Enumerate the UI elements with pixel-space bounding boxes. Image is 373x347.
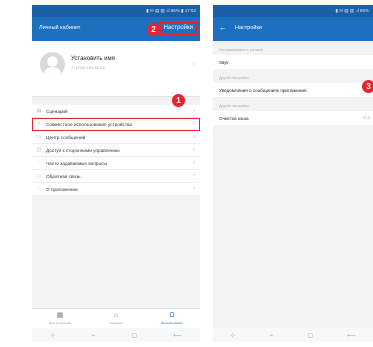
recents-icon[interactable]: ⊹	[230, 332, 235, 339]
back-arrow-icon[interactable]: ←	[219, 23, 227, 32]
menu-item-label: О приложении	[46, 186, 78, 192]
menu-item-message-center[interactable]: ▭ Центр сообщений ›	[32, 131, 200, 144]
section-header: Настраиваемость сигнала	[219, 48, 263, 52]
profile-phone: +7 (XXX) XXX-XX-XX	[71, 66, 105, 70]
nav-label: Мои устройства	[48, 321, 72, 325]
status-text: ▮ ✉ ▤ ▥ .ıl 65%	[335, 8, 369, 13]
settings-row-notifications[interactable]: Уведомления о сообщениях приложения	[213, 83, 373, 97]
settings-screen: ▮ ✉ ▤ ▥ .ıl 65% ← Настройки Настраиваемо…	[213, 5, 373, 342]
message-icon: ▭	[36, 134, 42, 140]
menu-item-label: Доступ к сторонними управлению	[46, 147, 120, 153]
scenario-icon: ▤	[36, 108, 42, 114]
menu-item-third-party-access[interactable]: ◫ Доступ к сторонними управлению ›	[32, 144, 200, 157]
profile-card[interactable]: Установить имя +7 (XXX) XXX-XX-XX ›	[32, 41, 200, 97]
nav-my-devices[interactable]: ▦ Мои устройства	[32, 309, 88, 328]
menu-item-label: Обратная связь	[46, 173, 81, 179]
callout-badge-1: 1	[172, 94, 185, 107]
menu-item-scenario[interactable]: ▤ Сценарий ›	[32, 105, 200, 118]
menu-item-label: Совместное использование устройства	[46, 121, 133, 127]
settings-row-clear-cache[interactable]: Очистка кэша 47,9	[213, 111, 373, 125]
personal-account-screen: ▮ ✉ ▤ ▥ .ıl 65% ▮ 17:52 Личный кабинет 2…	[32, 5, 200, 342]
row-label: Очистка кэша	[219, 115, 249, 121]
menu-item-label: Центр сообщений	[46, 134, 86, 140]
system-navigation-bar: ⊹ ⌁ ▢ ⟵	[32, 328, 200, 342]
chevron-right-icon: ›	[193, 108, 195, 114]
apps-icon[interactable]: ⌁	[269, 332, 273, 339]
page-title: Личный кабинет	[39, 25, 81, 31]
chevron-right-icon: ›	[193, 160, 195, 166]
callout-badge-2: 2	[147, 23, 160, 36]
back-icon[interactable]: ⟵	[347, 332, 356, 339]
chevron-right-icon: ›	[192, 61, 195, 68]
profile-icon: Ω	[169, 312, 175, 319]
menu-item-device-sharing[interactable]: < Совместное использование устройства ›	[32, 118, 200, 131]
devices-icon: ▦	[56, 312, 64, 319]
share-icon: <	[37, 121, 41, 127]
settings-row-sound[interactable]: Звук	[213, 55, 373, 69]
feedback-icon: ▭	[36, 173, 42, 179]
menu-item-feedback[interactable]: ▭ Обратная связь ›	[32, 170, 200, 183]
info-icon: ◌	[37, 186, 41, 192]
bottom-navigation: ▦ Мои устройства ⌂ Сценарии Ω Личный каб…	[32, 308, 200, 328]
account-menu: ▤ Сценарий › < Совместное использование …	[32, 105, 200, 196]
link-icon: ◫	[36, 147, 42, 153]
section-header: Другие настройки	[219, 76, 249, 80]
recents-icon[interactable]: ⊹	[50, 332, 55, 339]
chevron-right-icon: ›	[193, 173, 195, 179]
row-label: Звук	[219, 59, 229, 65]
settings-button[interactable]: Настройки	[159, 22, 197, 35]
home-button-icon[interactable]: ▢	[131, 332, 137, 339]
nav-scenarios[interactable]: ⌂ Сценарии	[88, 309, 144, 328]
chevron-right-icon: ›	[193, 134, 195, 140]
system-navigation-bar: ⊹ ⌁ ▢ ⟵	[213, 328, 373, 342]
home-button-icon[interactable]: ▢	[307, 332, 313, 339]
page-title: Настройки	[235, 25, 262, 31]
nav-label: Личный кабинет	[160, 321, 184, 325]
row-label: Уведомления о сообщениях приложения	[219, 87, 307, 93]
chevron-right-icon: ›	[193, 186, 195, 192]
nav-personal-account[interactable]: Ω Личный кабинет	[144, 309, 200, 328]
cache-size: 47,9	[363, 116, 370, 120]
status-text: ▮ ✉ ▤ ▥ .ıl 65% ▮ 17:52	[146, 8, 196, 13]
profile-name: Установить имя	[71, 56, 115, 62]
app-bar: Личный кабинет 2 Настройки	[32, 17, 200, 41]
status-bar: ▮ ✉ ▤ ▥ .ıl 65%	[213, 5, 373, 17]
menu-item-label: Часто задаваемые вопросы	[46, 160, 107, 166]
app-bar: ← Настройки	[213, 17, 373, 41]
menu-item-label: Сценарий	[46, 108, 68, 114]
nav-label: Сценарии	[109, 321, 123, 325]
apps-icon[interactable]: ⌁	[91, 332, 95, 339]
chevron-right-icon: ›	[193, 121, 195, 127]
chevron-right-icon: ›	[193, 147, 195, 153]
menu-item-faq[interactable]: ◌ Часто задаваемые вопросы ›	[32, 157, 200, 170]
status-bar: ▮ ✉ ▤ ▥ .ıl 65% ▮ 17:52	[32, 5, 200, 17]
home-icon: ⌂	[113, 312, 119, 319]
help-icon: ◌	[37, 160, 41, 166]
back-icon[interactable]: ⟵	[173, 332, 182, 339]
callout-badge-3: 3	[362, 80, 373, 93]
avatar	[40, 52, 65, 77]
section-header: Другие настройки	[219, 104, 249, 108]
menu-item-about[interactable]: ◌ О приложении ›	[32, 183, 200, 196]
